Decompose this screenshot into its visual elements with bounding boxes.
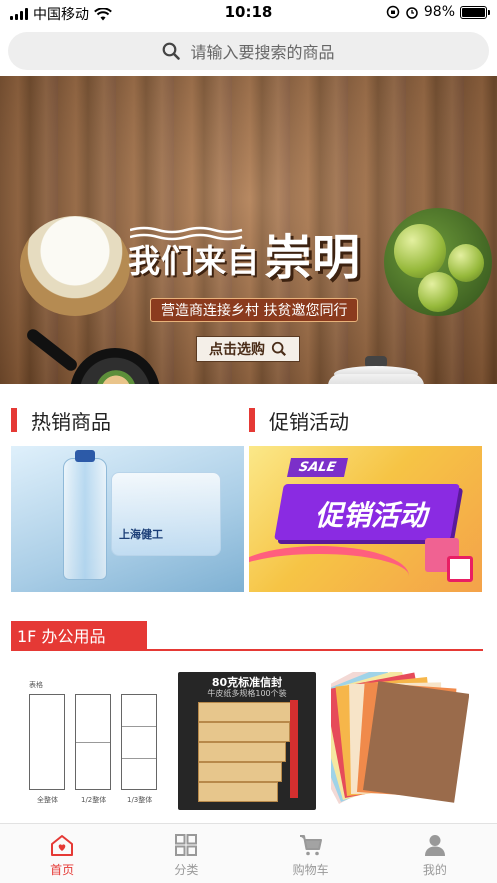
product-colored-paper[interactable] — [331, 672, 469, 810]
hot-products-title: 热销商品 — [31, 409, 111, 434]
tab-category[interactable]: 分类 — [124, 824, 248, 883]
hot-products-heading: 热销商品 — [11, 406, 111, 434]
sale-text: 促销活动 — [314, 499, 427, 532]
tab-profile-label: 我的 — [422, 863, 447, 877]
battery-percent: 98% — [423, 4, 455, 20]
form-sheet — [29, 694, 65, 790]
form-sheet — [75, 694, 111, 790]
sale-tag: SALE — [286, 458, 348, 477]
promo-banner-carousel[interactable]: 我们来自 崇明 营造商连接乡村 扶贫邀您同行 点击选购 — [0, 76, 497, 384]
tab-home-label: 首页 — [50, 863, 75, 877]
envelope-subtitle: 牛皮纸多规格100个装 — [207, 689, 287, 698]
cart-icon — [299, 835, 322, 856]
tab-profile[interactable]: 我的 — [373, 824, 497, 883]
search-icon — [163, 42, 181, 60]
orientation-lock-icon — [386, 5, 400, 19]
product-envelopes[interactable]: 80克标准信封 牛皮纸多规格100个装 — [178, 672, 316, 810]
search-icon — [271, 341, 287, 357]
rice-bowl-image — [20, 216, 130, 316]
cooking-pot-image — [328, 374, 424, 384]
category-grid-icon — [175, 834, 198, 856]
banner-title-prefix: 我们来自 — [128, 242, 261, 280]
banner-subtitle: 营造商连接乡村 扶贫邀您同行 — [150, 298, 359, 322]
water-pack-image — [111, 472, 221, 556]
floor-1f-header: 1F 办公用品 — [11, 621, 483, 651]
promotions-title: 促销活动 — [269, 409, 349, 434]
water-brand-text: 上海健工 — [119, 528, 163, 541]
alarm-icon — [406, 7, 418, 19]
battery-icon — [460, 5, 490, 19]
search-bar[interactable]: 请输入要搜索的商品 — [8, 32, 489, 70]
shop-now-button[interactable]: 点击选购 — [196, 336, 300, 362]
shop-now-label: 点击选购 — [209, 342, 265, 358]
search-placeholder: 请输入要搜索的商品 — [190, 43, 335, 62]
tab-cart[interactable]: 购物车 — [249, 824, 373, 883]
banner-title: 我们来自 崇明 — [128, 234, 360, 282]
product-forms[interactable]: 表格 全整体 1/2整体 1/3整体 — [25, 672, 163, 810]
gift-box-icon — [447, 556, 473, 582]
tab-category-label: 分类 — [174, 863, 199, 877]
floor-1f-label: 1F 办公用品 — [11, 621, 147, 649]
tab-cart-label: 购物车 — [292, 863, 329, 877]
form-sheet — [121, 694, 157, 790]
banner-title-main: 崇明 — [264, 230, 361, 286]
promotions-card[interactable]: SALE 促销活动 — [249, 446, 482, 592]
bottom-tab-bar: 首页 分类 购物车 我的 — [0, 823, 497, 883]
water-bottle-image — [63, 458, 107, 580]
status-bar: 中国移动 10:18 98% — [0, 0, 497, 26]
promotions-heading: 促销活动 — [249, 406, 349, 434]
home-icon — [51, 835, 74, 856]
user-icon — [424, 835, 445, 856]
hot-products-card[interactable]: 上海健工 — [11, 446, 244, 592]
tab-home[interactable]: 首页 — [0, 824, 124, 883]
